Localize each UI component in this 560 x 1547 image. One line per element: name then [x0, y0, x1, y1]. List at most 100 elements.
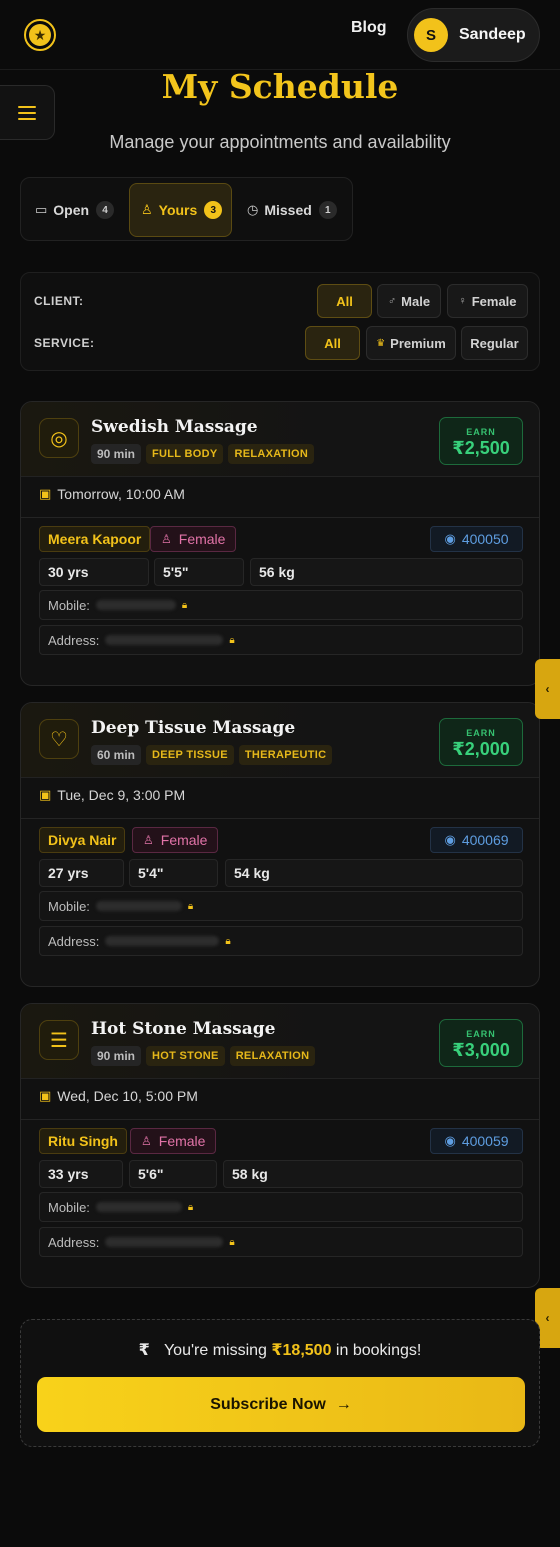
gender-badge: ♙ Female: [150, 526, 237, 552]
tab-missed[interactable]: ◷ Missed 1: [247, 183, 337, 237]
mobile-row: Mobile: 🔒︎: [39, 1192, 523, 1222]
masked-value: [95, 1202, 182, 1212]
lock-icon: 🔒︎: [229, 1236, 235, 1248]
client-age: 27 yrs: [39, 859, 124, 887]
appointment-card: ♡ Deep Tissue Massage 60 min DEEP TISSUE…: [20, 702, 540, 987]
missed-amount: ₹18,500: [271, 1342, 332, 1359]
star-icon: ★: [29, 24, 51, 46]
service-name: Swedish Massage: [91, 417, 258, 437]
lock-icon: 🔒︎: [229, 634, 235, 646]
clock-icon: ◷: [247, 202, 259, 217]
earn-amount: ₹2,500: [452, 438, 510, 458]
card-header: ◎ Swedish Massage 90 min FULL BODY RELAX…: [21, 402, 539, 477]
duration-chip: 60 min: [91, 745, 142, 765]
masked-value: [105, 1237, 224, 1247]
count-badge: 3: [204, 201, 223, 219]
service-tag: RELAXATION: [229, 1046, 316, 1066]
appointment-card: ◎ Swedish Massage 90 min FULL BODY RELAX…: [20, 401, 540, 686]
client-filter-female[interactable]: ♀ Female: [447, 284, 528, 318]
location-pin-icon: ◉: [444, 1133, 456, 1148]
appointment-time: ▣ Wed, Dec 10, 5:00 PM: [39, 1088, 198, 1104]
client-name: Divya Nair: [39, 827, 126, 853]
client-weight: 58 kg: [223, 1160, 523, 1188]
earn-badge: EARN ₹3,000: [439, 1019, 523, 1067]
stones-icon: ☰: [39, 1020, 79, 1060]
gender-badge: ♙ Female: [130, 1128, 217, 1154]
earn-badge: EARN ₹2,500: [439, 417, 523, 465]
chat-icon: ▭: [35, 202, 48, 217]
user-icon: ♙: [143, 833, 154, 847]
target-icon: ◎: [39, 418, 79, 458]
crown-icon: ♛: [376, 337, 386, 349]
tab-yours[interactable]: ♙ Yours 3: [129, 183, 232, 237]
service-filter-all[interactable]: All: [305, 326, 360, 360]
side-drawer-toggle[interactable]: ‹: [535, 659, 560, 719]
user-menu-button[interactable]: S Sandeep: [407, 8, 540, 62]
tab-open[interactable]: ▭ Open 4: [35, 183, 115, 237]
address-row: Address: 🔒︎: [39, 1227, 523, 1257]
address-row: Address: 🔒︎: [39, 926, 523, 956]
client-filter-all[interactable]: All: [317, 284, 372, 318]
client-height: 5'5": [154, 558, 244, 586]
service-filter-premium[interactable]: ♛ Premium: [366, 326, 456, 360]
earn-amount: ₹3,000: [452, 1040, 510, 1060]
heart-icon: ♡: [39, 719, 79, 759]
duration-chip: 90 min: [91, 444, 142, 464]
earn-amount: ₹2,000: [452, 739, 510, 759]
masked-value: [105, 936, 220, 946]
chevron-left-icon: ‹: [545, 682, 550, 696]
client-height: 5'4": [129, 859, 218, 887]
earn-badge: EARN ₹2,000: [439, 718, 523, 766]
pincode-badge[interactable]: ◉ 400050: [430, 526, 523, 552]
user-icon: ♙: [141, 202, 153, 217]
lock-icon: 🔒︎: [225, 935, 231, 947]
missing-bookings-promo: ₹ You're missing ₹18,500 in bookings! Su…: [20, 1319, 540, 1447]
schedule-tabs: ▭ Open 4 ♙ Yours 3 ◷ Missed 1: [20, 177, 353, 241]
female-icon: ♀: [458, 295, 467, 307]
location-pin-icon: ◉: [444, 531, 456, 546]
user-name: Sandeep: [459, 26, 526, 43]
filters-panel: CLIENT: All ♂ Male ♀ Female SERVICE: All ♛…: [20, 272, 540, 371]
client-height: 5'6": [129, 1160, 217, 1188]
calendar-icon: ▣: [39, 787, 52, 802]
masked-value: [95, 600, 176, 610]
service-tag: RELAXATION: [228, 444, 315, 464]
lock-icon: 🔒︎: [187, 900, 194, 912]
calendar-icon: ▣: [39, 486, 52, 501]
top-bar: ★ Blog S Sandeep: [0, 0, 560, 70]
page-title: My Schedule: [161, 67, 399, 106]
page-subtitle: Manage your appointments and availabilit…: [109, 132, 451, 152]
count-badge: 4: [96, 201, 115, 219]
client-weight: 56 kg: [250, 558, 523, 586]
user-icon: ♙: [161, 532, 172, 546]
calendar-icon: ▣: [39, 1088, 52, 1103]
subscribe-button[interactable]: Subscribe Now →: [37, 1377, 525, 1432]
service-tag: DEEP TISSUE: [146, 745, 234, 765]
duration-chip: 90 min: [91, 1046, 142, 1066]
lock-icon: 🔒︎: [181, 599, 188, 611]
client-age: 30 yrs: [39, 558, 149, 586]
service-tag: THERAPEUTIC: [238, 745, 333, 765]
mobile-row: Mobile: 🔒︎: [39, 891, 523, 921]
client-age: 33 yrs: [39, 1160, 123, 1188]
service-tag: FULL BODY: [146, 444, 224, 464]
service-filter-regular[interactable]: Regular: [461, 326, 528, 360]
lock-icon: 🔒︎: [187, 1201, 194, 1213]
card-header: ☰ Hot Stone Massage 90 min HOT STONE REL…: [21, 1004, 539, 1079]
masked-value: [95, 901, 182, 911]
logo[interactable]: ★: [24, 19, 56, 51]
pincode-badge[interactable]: ◉ 400059: [430, 1128, 523, 1154]
card-header: ♡ Deep Tissue Massage 60 min DEEP TISSUE…: [21, 703, 539, 778]
client-name: Ritu Singh: [39, 1128, 127, 1154]
pincode-badge[interactable]: ◉ 400069: [430, 827, 523, 853]
rupee-icon: ₹: [138, 1342, 150, 1359]
service-name: Hot Stone Massage: [91, 1019, 276, 1039]
gender-badge: ♙ Female: [132, 827, 219, 853]
client-filter-male[interactable]: ♂ Male: [377, 284, 441, 318]
blog-link[interactable]: Blog: [351, 19, 387, 37]
arrow-right-icon: →: [335, 1395, 352, 1413]
service-name: Deep Tissue Massage: [91, 718, 296, 738]
location-pin-icon: ◉: [444, 832, 456, 847]
address-row: Address: 🔒︎: [39, 625, 523, 655]
avatar: S: [414, 18, 448, 52]
